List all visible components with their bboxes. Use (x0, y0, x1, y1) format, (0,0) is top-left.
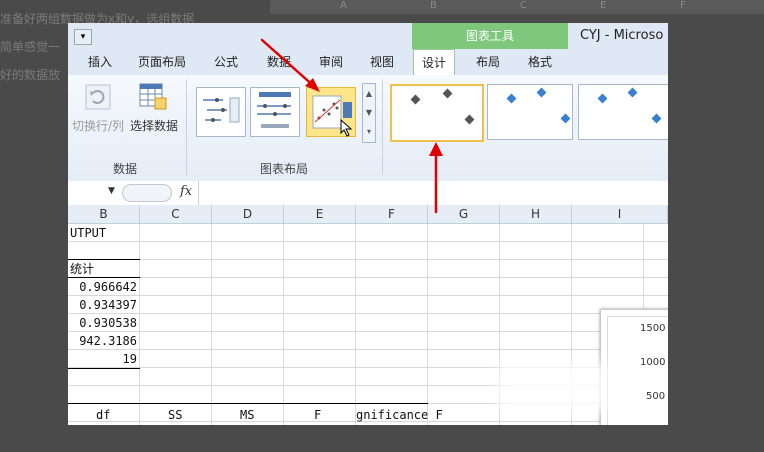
column-header-h[interactable]: H (500, 205, 572, 224)
column-header-f[interactable]: F (356, 205, 428, 224)
cell-b1[interactable]: UTPUT (70, 224, 106, 242)
table-border (68, 368, 140, 369)
table-border (68, 403, 428, 404)
y-tick-label: 1500 (640, 323, 666, 334)
column-header-d[interactable]: D (212, 205, 284, 224)
chart-tools-header: 图表工具 (412, 23, 568, 49)
ribbon-body: 切换行/列 选择数据 数据 ▲ ▼ ▾ 图表布局 (68, 75, 668, 182)
chart-layout-2[interactable] (250, 87, 300, 137)
column-header-i[interactable]: I (572, 205, 668, 224)
cell-b5[interactable]: 0.934397 (68, 296, 137, 314)
switch-row-column-icon[interactable] (84, 83, 112, 111)
tab-design[interactable]: 设计 (413, 49, 456, 76)
chart-style-3[interactable] (578, 84, 668, 140)
chart-style-1[interactable] (390, 84, 484, 142)
column-header-e[interactable]: E (284, 205, 356, 224)
insert-function-icon[interactable]: fx (180, 184, 192, 199)
layout-gallery-scroll[interactable]: ▲ ▼ ▾ (362, 83, 376, 143)
title-bar (68, 23, 668, 49)
mouse-cursor-icon (340, 118, 354, 137)
group-divider (186, 79, 187, 175)
background-text-line: 好的数据放 (0, 68, 61, 82)
cell-b6[interactable]: 0.930538 (68, 314, 137, 332)
formula-input[interactable] (198, 181, 668, 205)
chart-style-2[interactable] (487, 84, 573, 140)
group-label-chart-layout: 图表布局 (260, 162, 309, 176)
tab-view[interactable]: 视图 (370, 53, 394, 70)
formula-bar: ▼ fx (68, 181, 668, 206)
cell-anova-f[interactable]: F (314, 406, 321, 424)
select-data-icon[interactable] (138, 81, 168, 111)
group-divider (382, 79, 383, 175)
cell-b4[interactable]: 0.966642 (68, 278, 137, 296)
cell-anova-df[interactable]: df (96, 406, 110, 424)
scroll-up-icon[interactable]: ▲ (363, 84, 375, 103)
formula-bar-resize-handle[interactable] (122, 184, 172, 202)
cell-b8[interactable]: 19 (68, 350, 137, 368)
chart-plot-area[interactable]: 1500 1000 500 (607, 316, 668, 425)
column-header-g[interactable]: G (428, 205, 500, 224)
excel-window: ▾ 图表工具 CYJ - Microso 插入 页面布局 公式 数据 审阅 视图… (68, 23, 668, 425)
cell-anova-ms[interactable]: MS (240, 406, 254, 424)
tab-format[interactable]: 格式 (528, 53, 552, 70)
name-box-dropdown-icon[interactable]: ▼ (108, 186, 115, 196)
tab-page-layout[interactable]: 页面布局 (138, 53, 186, 70)
blurred-watermark (498, 363, 608, 411)
column-header-c[interactable]: C (140, 205, 212, 224)
background-text-line: 简单感觉一 (0, 40, 61, 54)
y-tick-label: 1000 (640, 357, 666, 368)
app-title: CYJ - Microso (580, 28, 664, 43)
quick-access-dropdown-icon[interactable]: ▾ (74, 29, 92, 45)
chart-object[interactable]: 1500 1000 500 (600, 309, 668, 425)
cell-b7[interactable]: 942.3186 (68, 332, 137, 350)
tab-insert[interactable]: 插入 (88, 53, 112, 70)
cell-anova-ss[interactable]: SS (168, 406, 182, 424)
chart-layout-1[interactable] (196, 87, 246, 137)
select-data-button[interactable]: 选择数据 (130, 117, 178, 134)
tab-data[interactable]: 数据 (267, 53, 291, 70)
cell-b3[interactable]: 统计 (70, 260, 94, 278)
background-column-strip: ABCEF (270, 0, 764, 14)
tab-review[interactable]: 审阅 (319, 53, 343, 70)
cell-anova-significance-f[interactable]: gnificance F (356, 406, 443, 424)
ribbon-tabs: 插入 页面布局 公式 数据 审阅 视图 设计 布局 格式 (68, 49, 668, 76)
group-label-data: 数据 (113, 162, 138, 176)
y-tick-label: 500 (646, 391, 666, 402)
scroll-down-icon[interactable]: ▼ (363, 103, 375, 122)
column-header-b[interactable]: B (68, 205, 140, 224)
tab-layout[interactable]: 布局 (476, 53, 500, 70)
tab-formulas[interactable]: 公式 (214, 53, 238, 70)
gallery-more-icon[interactable]: ▾ (363, 122, 375, 141)
switch-row-column-button[interactable]: 切换行/列 (72, 117, 124, 134)
